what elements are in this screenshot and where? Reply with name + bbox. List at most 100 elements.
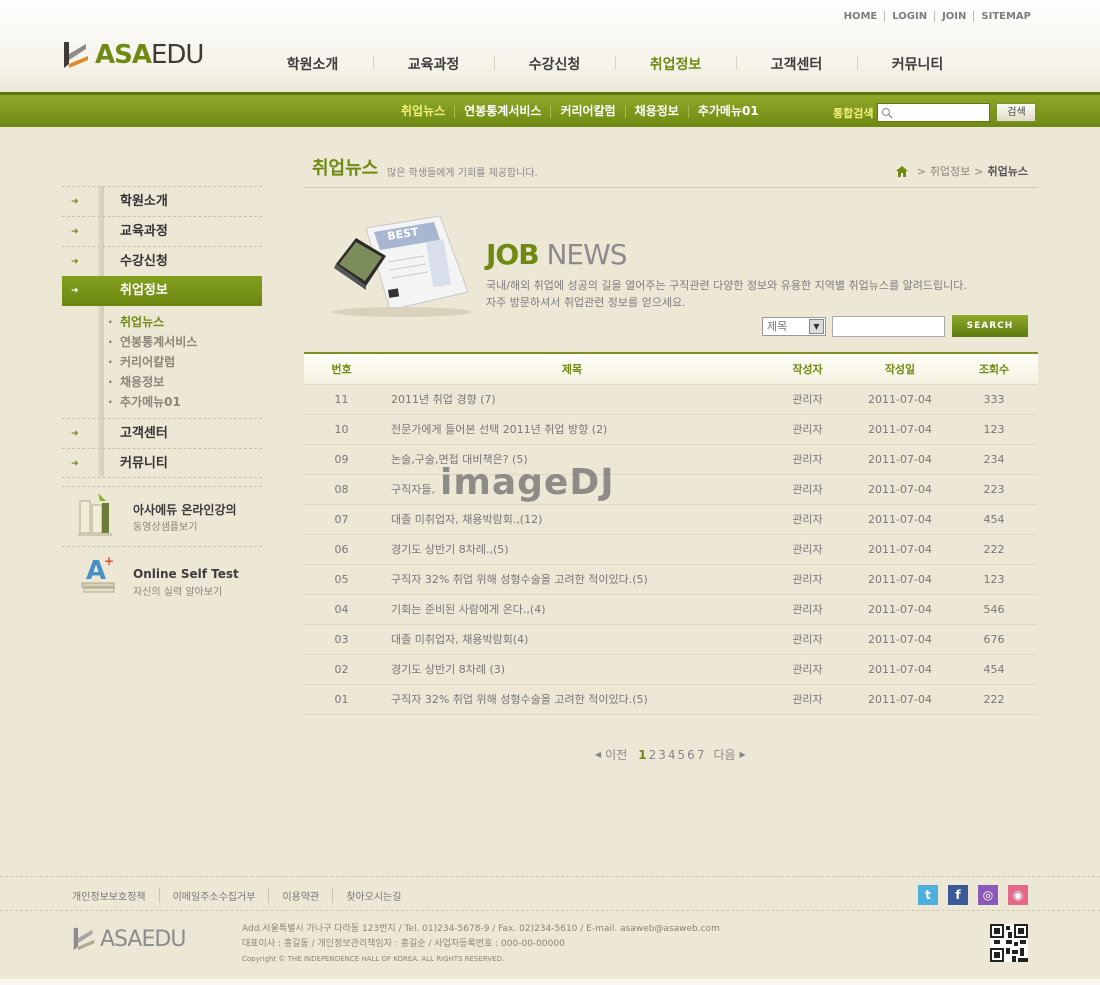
global-search-input[interactable]	[877, 103, 991, 122]
sidebar-sub-recruit[interactable]: 채용정보	[108, 372, 262, 392]
sidebar-item-about[interactable]: ➜ 학원소개	[62, 186, 262, 216]
prev-arrow-icon[interactable]: ◀	[595, 750, 601, 759]
gnb-item-support[interactable]: 고객센터	[736, 54, 857, 74]
subnav-item-extra[interactable]: 추가메뉴01	[687, 105, 768, 118]
page-link[interactable]: 2	[649, 748, 657, 762]
sidebar-sub-salary[interactable]: 연봉통계서비스	[108, 332, 262, 352]
chevron-down-icon[interactable]: ▼	[809, 319, 824, 334]
page-link[interactable]: 6	[687, 748, 695, 762]
board-search-button[interactable]: SEARCH	[952, 315, 1028, 337]
gnb-item-enroll[interactable]: 수강신청	[494, 54, 615, 74]
row-title[interactable]: 전문가에게 들어본 선택 2011년 취업 방향 (2)	[379, 414, 765, 445]
row-title[interactable]: 경기도 상반기 8차례 (3)	[379, 654, 765, 685]
subnav-item-career-column[interactable]: 커리어칼럼	[550, 105, 624, 118]
row-title[interactable]: 구직자 32% 취업 위해 성형수술을 고려한 적이있다.(5)	[379, 684, 765, 715]
table-row[interactable]: 11 2011년 취업 경향 (7) 관리자 2011-07-04 333	[304, 384, 1038, 415]
board-search-input[interactable]	[832, 316, 945, 337]
row-views: 546	[950, 594, 1038, 625]
sidebar-item-label: 학원소개	[120, 194, 168, 209]
subnav-item-job-news[interactable]: 취업뉴스	[392, 105, 454, 118]
me2day-icon[interactable]: ◉	[1008, 885, 1028, 905]
self-test-banner[interactable]: A + Online Self Test 자신의 실력 알아보기	[62, 546, 262, 606]
row-number: 02	[304, 654, 379, 685]
online-lecture-banner[interactable]: 아사에듀 온라인강의 동영상샘플보기	[62, 486, 262, 546]
page-link[interactable]: 5	[678, 748, 686, 762]
prev-page-link[interactable]: 이전	[605, 746, 627, 763]
twitter-icon[interactable]: t	[918, 885, 938, 905]
utility-links: HOME LOGIN JOIN SITEMAP	[837, 11, 1038, 22]
home-link[interactable]: HOME	[837, 11, 885, 22]
gnb-item-courses[interactable]: 교육과정	[373, 54, 494, 74]
row-title[interactable]: 경기도 상반기 8차례.,(5)	[379, 534, 765, 565]
gnb-item-community[interactable]: 커뮤니티	[857, 54, 978, 74]
sidebar-item-label: 커뮤니티	[120, 456, 168, 471]
footer-link-directions[interactable]: 찾아오시는길	[332, 888, 414, 903]
hero-heading-news: NEWS	[546, 238, 627, 271]
breadcrumb-item[interactable]: 취업정보	[930, 163, 970, 179]
sidebar-item-label: 고객센터	[120, 426, 168, 441]
row-title[interactable]: 대졸 미취업자, 채용박람회.,(12)	[379, 504, 765, 535]
row-title[interactable]: 대졸 미취업자, 채용박람회(4)	[379, 624, 765, 655]
sidebar-item-support[interactable]: ➜ 고객센터	[62, 418, 262, 448]
sidebar-sub-job-news[interactable]: 취업뉴스	[108, 312, 262, 332]
page-link[interactable]: 3	[658, 748, 666, 762]
row-title[interactable]: 구직자 32% 취업 위해 성형수술을 고려한 적이있다.(5)	[379, 564, 765, 595]
table-row[interactable]: 07 대졸 미취업자, 채용박람회.,(12) 관리자 2011-07-04 454	[304, 504, 1038, 535]
next-page-link[interactable]: 다음	[713, 746, 735, 763]
row-title[interactable]: 기회는 준비된 사람에게 온다.,(4)	[379, 594, 765, 625]
column-header-no: 번호	[304, 352, 379, 385]
sidebar-sub-career-column[interactable]: 커리어칼럼	[108, 352, 262, 372]
footer-link-privacy[interactable]: 개인정보보호정책	[72, 888, 159, 903]
sidebar-item-courses[interactable]: ➜ 교육과정	[62, 216, 262, 246]
sidebar-item-jobs[interactable]: ➜ 취업정보	[62, 276, 262, 306]
row-number: 11	[304, 384, 379, 415]
next-arrow-icon[interactable]: ▶	[740, 750, 746, 759]
row-title[interactable]: 2011년 취업 경향 (7)	[379, 384, 765, 415]
gnb-item-jobs[interactable]: 취업정보	[615, 54, 736, 74]
login-link[interactable]: LOGIN	[884, 11, 934, 22]
arrow-icon: ➜	[71, 227, 79, 237]
newspaper-phone-illustration: BEST	[332, 215, 472, 317]
subnav-item-recruit[interactable]: 채용정보	[624, 105, 688, 118]
gnb-item-about[interactable]: 학원소개	[252, 54, 373, 74]
page-link[interactable]: 4	[668, 748, 676, 762]
table-row[interactable]: 02 경기도 상반기 8차례 (3) 관리자 2011-07-04 454	[304, 654, 1038, 685]
facebook-icon[interactable]: f	[948, 885, 968, 905]
sidebar-item-enroll[interactable]: ➜ 수강신청	[62, 246, 262, 276]
page-link[interactable]: 1	[638, 748, 646, 762]
breadcrumb-sep-icon: >	[916, 164, 926, 178]
row-views: 454	[950, 504, 1038, 535]
global-search-button[interactable]: 검색	[996, 103, 1037, 122]
table-row[interactable]: 08 구직자들, 관리자 2011-07-04 223	[304, 474, 1038, 505]
title-divider	[304, 187, 1038, 188]
table-row[interactable]: 03 대졸 미취업자, 채용박람회(4) 관리자 2011-07-04 676	[304, 624, 1038, 655]
sidebar-submenu: 취업뉴스 연봉통계서비스 커리어칼럼 채용정보 추가메뉴01	[62, 306, 262, 418]
page-link[interactable]: 7	[697, 748, 705, 762]
row-author: 관리자	[765, 654, 850, 685]
table-row[interactable]: 01 구직자 32% 취업 위해 성형수술을 고려한 적이있다.(5) 관리자 201…	[304, 684, 1038, 715]
row-number: 01	[304, 684, 379, 715]
table-row[interactable]: 10 전문가에게 들어본 선택 2011년 취업 방향 (2) 관리자 2011-07…	[304, 414, 1038, 445]
table-row[interactable]: 04 기회는 준비된 사람에게 온다.,(4) 관리자 2011-07-04 546	[304, 594, 1038, 625]
column-header-views: 조회수	[950, 352, 1038, 385]
footer-link-terms[interactable]: 이용약관	[268, 888, 332, 903]
join-link[interactable]: JOIN	[934, 11, 973, 22]
row-date: 2011-07-04	[850, 624, 950, 655]
blog-icon[interactable]: ◎	[978, 885, 998, 905]
sidebar-item-community[interactable]: ➜ 커뮤니티	[62, 448, 262, 478]
home-icon[interactable]	[895, 165, 908, 177]
table-row[interactable]: 06 경기도 상반기 8차례.,(5) 관리자 2011-07-04 222	[304, 534, 1038, 565]
table-row[interactable]: 09 논술,구술,면접 대비책은? (5) 관리자 2011-07-04 234	[304, 444, 1038, 475]
site-logo[interactable]: ASAEDU	[62, 38, 204, 72]
row-author: 관리자	[765, 414, 850, 445]
sidebar-sub-extra[interactable]: 추가메뉴01	[108, 392, 262, 412]
row-number: 09	[304, 444, 379, 475]
arrow-icon: ➜	[71, 257, 79, 267]
table-row[interactable]: 05 구직자 32% 취업 위해 성형수술을 고려한 적이있다.(5) 관리자 201…	[304, 564, 1038, 595]
footer-link-email-refusal[interactable]: 이메일주소수집거부	[158, 888, 269, 903]
sub-nav: 취업뉴스 연봉통계서비스 커리어칼럼 채용정보 추가메뉴01	[392, 105, 768, 118]
subnav-item-salary[interactable]: 연봉통계서비스	[454, 105, 550, 118]
search-field-select[interactable]: 제목 ▼	[762, 317, 826, 336]
social-links: t f ◎ ◉	[918, 885, 1038, 905]
sitemap-link[interactable]: SITEMAP	[973, 11, 1038, 22]
